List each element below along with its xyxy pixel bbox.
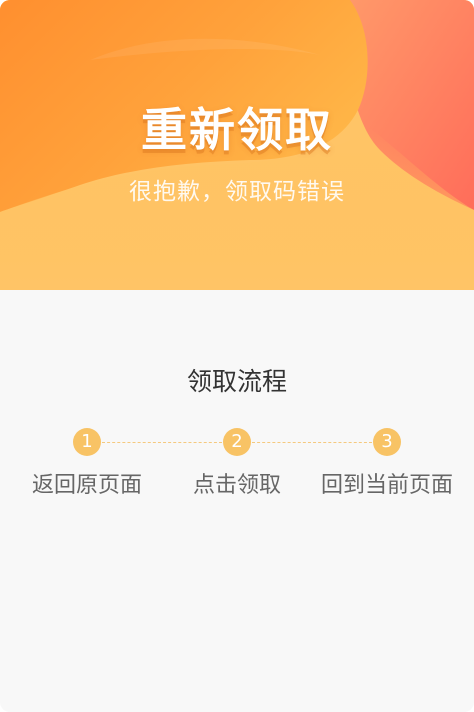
banner-subtitle: 很抱歉，领取码错误: [129, 179, 345, 205]
step-number-badge: 3: [373, 428, 401, 456]
banner: 重新领取 很抱歉，领取码错误: [0, 0, 474, 290]
step-2: 2 点击领取: [162, 290, 312, 510]
step-label: 返回原页面: [31, 473, 142, 498]
step-number-badge: 1: [73, 428, 101, 456]
claim-process-section: 领取流程 1 返回原页面 2 点击领取 3 回到当前页面: [0, 290, 474, 712]
step-number-badge: 2: [223, 428, 251, 456]
step-label: 回到当前页面: [320, 473, 453, 498]
card: 重新领取 很抱歉，领取码错误 领取流程 1 返回原页面 2 点击领取 3 回到当…: [0, 0, 474, 712]
banner-title: 重新领取: [141, 103, 333, 157]
step-label: 点击领取: [192, 473, 281, 498]
step-3: 3 回到当前页面: [312, 290, 462, 510]
step-1: 1 返回原页面: [12, 290, 162, 510]
